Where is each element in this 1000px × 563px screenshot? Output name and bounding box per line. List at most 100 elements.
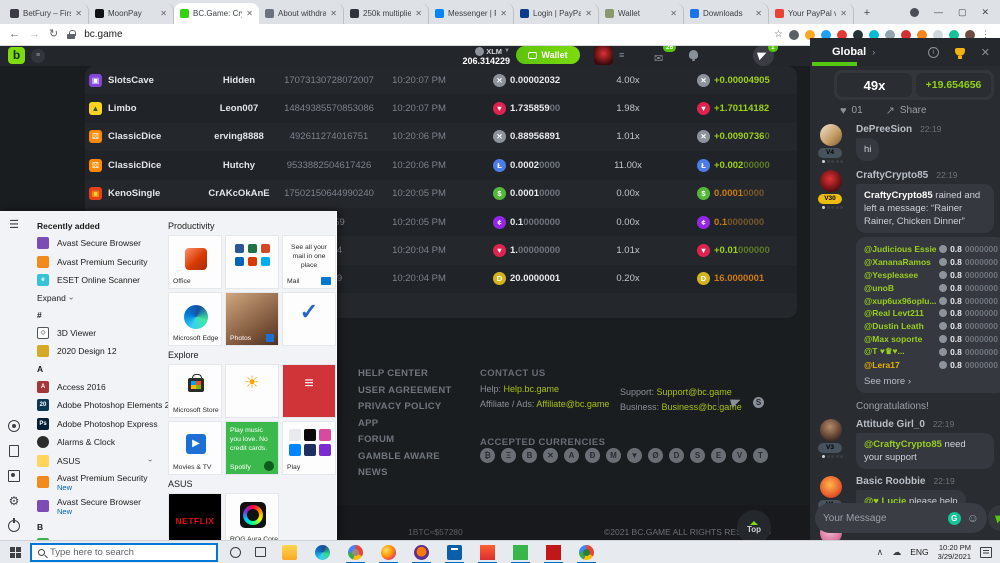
- footer-link[interactable]: APP: [358, 418, 452, 429]
- tile-store[interactable]: Microsoft Store: [168, 364, 222, 418]
- player-name[interactable]: Leon007: [195, 103, 283, 114]
- recipient-name[interactable]: @XananaRamos: [864, 257, 939, 267]
- language-indicator[interactable]: ENG: [910, 547, 928, 557]
- back-icon[interactable]: ←: [9, 29, 20, 40]
- chat-tab-global[interactable]: Global: [832, 46, 866, 58]
- tab-close-icon[interactable]: ✕: [670, 10, 677, 18]
- action-center-icon[interactable]: [980, 547, 992, 558]
- start-menu-item[interactable]: Alarms & Clock: [28, 433, 160, 452]
- tile-movies-tv[interactable]: ▶Movies & TV: [168, 421, 222, 475]
- tab-close-icon[interactable]: ✕: [330, 10, 337, 18]
- recipient-name[interactable]: @Real Levt211: [864, 308, 939, 318]
- firefox-icon[interactable]: [381, 545, 396, 560]
- taskbar-search[interactable]: Type here to search: [30, 543, 218, 562]
- start-menu-item[interactable]: ASUS›: [28, 452, 160, 471]
- tile-mail[interactable]: See all your mail in one placeMail: [282, 235, 336, 289]
- browser-tab[interactable]: 250k multiplier - S ✕: [344, 3, 429, 24]
- recipient-name[interactable]: @Max soporte: [864, 334, 939, 344]
- tab-close-icon[interactable]: ✕: [500, 10, 507, 18]
- documents-icon[interactable]: [9, 445, 19, 457]
- bet-row[interactable]: ⚄ ClassicDice erving8888 492611274016751…: [85, 123, 797, 151]
- start-menu-item[interactable]: ◇3D Viewer: [28, 324, 160, 343]
- user-avatar[interactable]: [594, 46, 613, 65]
- taskbar-clock[interactable]: 10:20 PM 3/29/2021: [938, 543, 971, 561]
- start-menu-item[interactable]: #: [28, 307, 160, 324]
- tray-expand-icon[interactable]: ∧: [877, 547, 884, 558]
- footer-link[interactable]: NEWS: [358, 467, 452, 478]
- tile-edge[interactable]: Microsoft Edge: [168, 292, 222, 346]
- tab-close-icon[interactable]: ✕: [840, 10, 847, 18]
- recipient-name[interactable]: @Judicious Essie: [864, 244, 939, 254]
- pictures-icon[interactable]: [8, 470, 20, 482]
- chrome-icon[interactable]: [348, 545, 363, 560]
- footer-link[interactable]: FORUM: [358, 434, 452, 445]
- inbox-icon[interactable]: ✉: [654, 49, 663, 67]
- browser-tab[interactable]: Messenger | Face ✕: [429, 3, 514, 24]
- onedrive-cloud-icon[interactable]: ☁: [892, 547, 901, 558]
- menu-hamburger-icon[interactable]: ☰: [8, 219, 21, 232]
- power-icon[interactable]: [8, 520, 20, 532]
- shared-bet-card[interactable]: 49x +19.654656: [834, 70, 994, 100]
- avatar[interactable]: [820, 419, 842, 441]
- avatar[interactable]: [820, 476, 842, 498]
- footer-link[interactable]: HELP CENTER: [358, 368, 452, 379]
- calculator-icon[interactable]: [447, 545, 462, 560]
- start-menu-item[interactable]: Avast Secure Browser: [28, 234, 160, 253]
- reload-icon[interactable]: ↻: [49, 29, 58, 40]
- user-account-icon[interactable]: [8, 420, 20, 432]
- start-menu-item[interactable]: Avast Premium Security: [28, 253, 160, 272]
- browser-tab[interactable]: Wallet ✕: [599, 3, 684, 24]
- browser-tab[interactable]: BetFury – First i-Ga ✕: [4, 3, 89, 24]
- new-tab-button[interactable]: +: [858, 4, 876, 22]
- browser-tab[interactable]: Login | PayPal Prep ✕: [514, 3, 599, 24]
- tab-close-icon[interactable]: ✕: [246, 10, 253, 18]
- notifications-bell-icon[interactable]: [689, 50, 698, 59]
- player-name[interactable]: Hutchy: [195, 160, 283, 171]
- tab-close-icon[interactable]: ✕: [585, 10, 592, 18]
- tile-weather[interactable]: ☀: [225, 364, 279, 418]
- tile-news[interactable]: ≡: [282, 364, 336, 418]
- emoji-icon[interactable]: ☺: [967, 511, 979, 525]
- bet-row[interactable]: ▣ KenoSingle CrAKcOkAnE 1750215064499024…: [85, 180, 797, 208]
- tile-photos[interactable]: Photos: [225, 292, 279, 346]
- browser-tab[interactable]: BC.Game: Crypto C ✕: [174, 3, 259, 24]
- help-link[interactable]: Help.bc.game: [504, 384, 560, 394]
- forward-icon[interactable]: →: [29, 29, 40, 40]
- bcgame-logo[interactable]: b: [8, 47, 25, 64]
- wallet-button[interactable]: Wallet: [516, 46, 580, 64]
- username[interactable]: Basic Roobbie: [856, 476, 925, 487]
- mcafee-icon[interactable]: [546, 545, 561, 560]
- start-menu-item[interactable]: 20Adobe Photoshop Elements 2020: [28, 396, 160, 415]
- url-text[interactable]: bc.game: [84, 29, 122, 40]
- bet-row[interactable]: ⚄ ClassicDice Hutchy 9533882504617426 10…: [85, 151, 797, 179]
- avatar[interactable]: [820, 170, 842, 192]
- footer-link[interactable]: USER AGREEMENT: [358, 385, 452, 396]
- brave-icon[interactable]: [480, 545, 495, 560]
- username[interactable]: Attitude Girl_0: [856, 419, 925, 430]
- edge-icon[interactable]: [315, 545, 330, 560]
- tab-close-icon[interactable]: ✕: [755, 10, 762, 18]
- share-icon[interactable]: ↗: [886, 104, 895, 117]
- start-menu-item[interactable]: AAccess 2016: [28, 378, 160, 397]
- bet-row[interactable]: ▣ SlotsCave Hidden 17073130728072007 10:…: [85, 66, 797, 94]
- player-name[interactable]: CrAKcOkAnE: [195, 188, 283, 199]
- tile-netflix[interactable]: NETFLIX: [168, 493, 222, 540]
- chat-input[interactable]: Your Message G ☺: [815, 503, 987, 533]
- player-name[interactable]: Hidden: [195, 75, 283, 86]
- bookmark-star-icon[interactable]: ☆: [774, 29, 783, 40]
- cortana-icon[interactable]: [230, 547, 241, 558]
- recipient-name[interactable]: @Lera17: [864, 360, 939, 370]
- affiliate-link[interactable]: Affiliate@bc.game: [536, 399, 609, 409]
- avatar[interactable]: [820, 124, 842, 146]
- bet-row[interactable]: ▲ Limbo Leon007 14849385570853086 10:20:…: [85, 94, 797, 122]
- skype-icon[interactable]: S: [753, 397, 764, 408]
- scroll-top-button[interactable]: Top: [737, 510, 771, 540]
- currency-selector[interactable]: XLM▼ 206.314229: [440, 46, 510, 66]
- sidebar-toggle[interactable]: ≡: [31, 49, 45, 63]
- start-menu-item[interactable]: 2020 Design 12: [28, 342, 160, 361]
- recipient-name[interactable]: @unoB: [864, 283, 939, 293]
- tab-close-icon[interactable]: ✕: [415, 10, 422, 18]
- tile-office-apps[interactable]: [225, 235, 279, 289]
- tile-office[interactable]: Office: [168, 235, 222, 289]
- start-menu-item[interactable]: Recently added: [28, 217, 160, 234]
